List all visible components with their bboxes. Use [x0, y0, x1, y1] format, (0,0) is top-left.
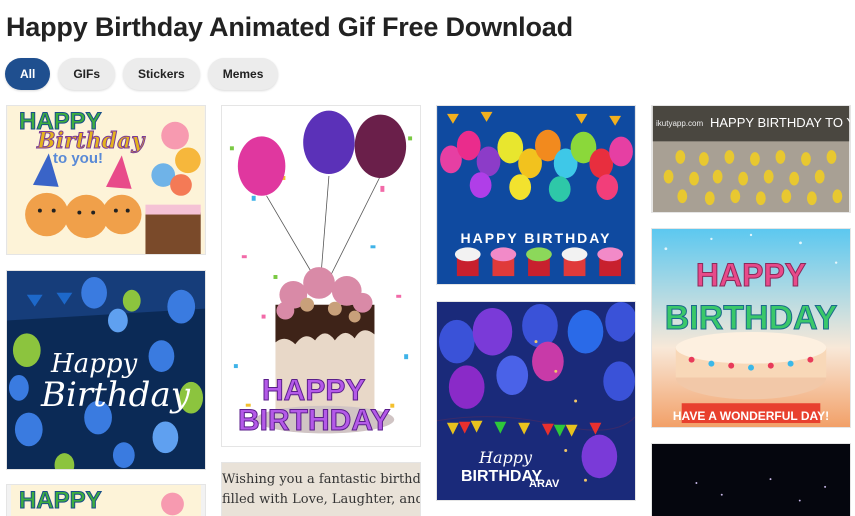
minions-watermark: ikutyapp.com — [656, 119, 704, 128]
purple-happy-text: Happy — [479, 448, 533, 467]
gif-card-cats-repeat[interactable]: HAPPY — [6, 484, 206, 516]
filter-all-chip[interactable]: All — [5, 58, 51, 90]
candle-happy-text: HAPPY — [695, 257, 807, 294]
candle-birthday-text: BIRTHDAY — [664, 299, 838, 338]
rainbow-balloons-image — [437, 106, 635, 284]
gif-card-purple-balloons[interactable]: Happy BIRTHDAY ARAV — [436, 301, 636, 501]
gif-card-cake-balloons[interactable]: HAPPY BIRTHDAY — [221, 105, 421, 447]
purple-name-text: ARAV — [529, 478, 560, 490]
page-title: Happy Birthday Animated Gif Free Downloa… — [6, 12, 573, 42]
gif-card-rainbow-balloons[interactable]: HAPPY BIRTHDAY — [436, 105, 636, 285]
blue-balloons-birthday: Birthday — [41, 375, 190, 415]
gif-card-fireworks[interactable] — [651, 443, 851, 516]
fireworks-image — [653, 444, 849, 516]
gif-card-cats[interactable]: HAPPY Birthday to you! — [6, 105, 206, 255]
rainbow-caption: HAPPY BIRTHDAY — [460, 230, 612, 246]
minions-caption: HAPPY BIRTHDAY TO YOU — [710, 115, 850, 130]
cake-happy-text: HAPPY — [261, 374, 366, 408]
gif-card-blue-balloons[interactable]: Happy Birthday — [6, 270, 206, 470]
gif-card-candle-cake[interactable]: HAPPY BIRTHDAY HAVE A WONDERFUL DAY! — [651, 228, 851, 428]
gif-card-wishing[interactable]: Wishing you a fantastic birthday filled … — [221, 462, 421, 516]
wishing-line-1: Wishing you a fantastic birthday — [222, 472, 421, 487]
cats-repeat-title: HAPPY — [19, 487, 103, 515]
cake-birthday-text: BIRTHDAY — [237, 404, 391, 438]
gif-card-minions[interactable]: ikutyapp.com HAPPY BIRTHDAY TO YOU — [651, 105, 851, 213]
filter-memes-chip[interactable]: Memes — [207, 58, 279, 90]
filter-stickers-chip[interactable]: Stickers — [123, 58, 200, 90]
filter-chips: All GIFs Stickers Memes — [5, 58, 279, 90]
cats-tagline: to you! — [53, 150, 103, 167]
wishing-line-2: filled with Love, Laughter, and — [222, 492, 421, 507]
candle-caption: HAVE A WONDERFUL DAY! — [672, 409, 830, 423]
filter-gifs-chip[interactable]: GIFs — [58, 58, 116, 90]
